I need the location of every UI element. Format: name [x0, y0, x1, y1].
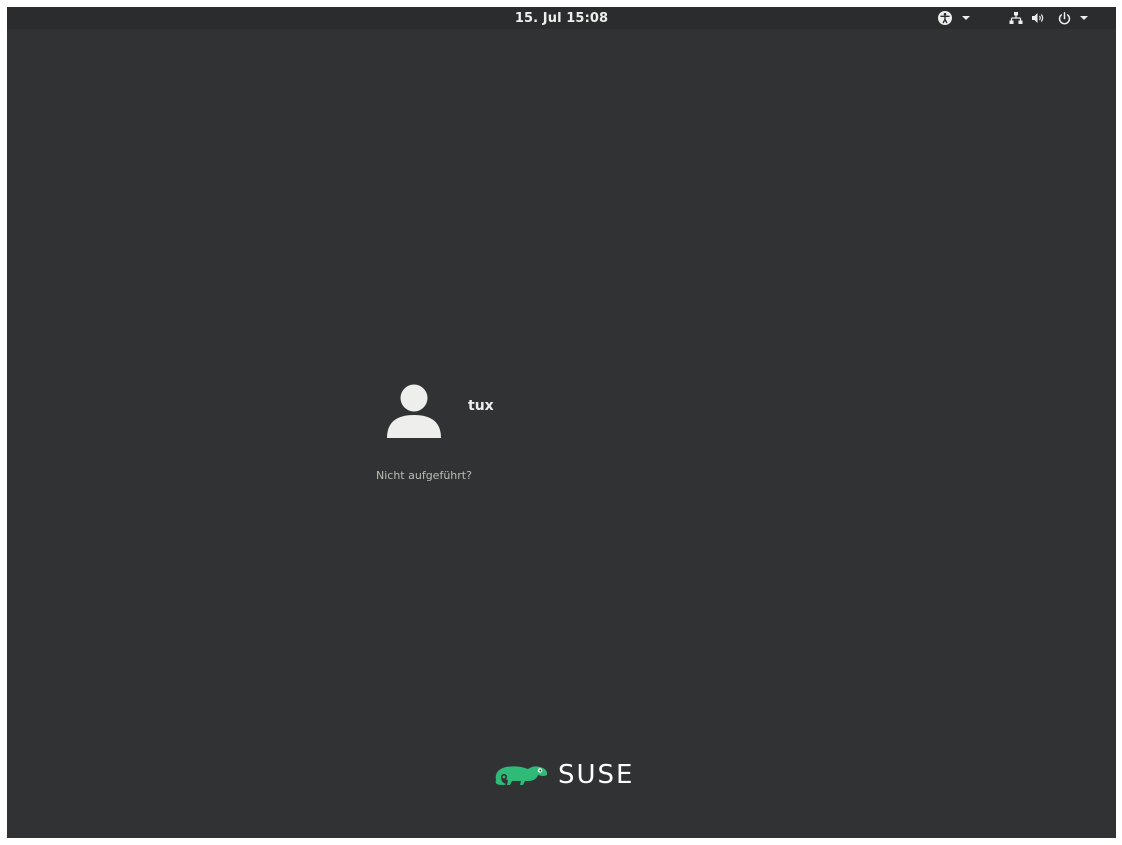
volume-icon	[1031, 7, 1045, 29]
accessibility-icon	[937, 7, 953, 29]
accessibility-menu[interactable]	[937, 7, 970, 29]
chevron-down-icon	[1080, 7, 1088, 29]
login-screen: 15. Jul 15:08 tux Nicht aufgeführt? SUSE	[7, 7, 1116, 838]
top-bar: 15. Jul 15:08	[7, 7, 1116, 29]
chevron-down-icon	[962, 7, 970, 29]
power-icon	[1057, 7, 1072, 29]
network-wired-icon	[1009, 7, 1023, 29]
clock-label[interactable]: 15. Jul 15:08	[507, 11, 616, 26]
user-avatar-icon	[382, 379, 446, 443]
user-name: tux	[468, 398, 494, 414]
suse-logo: SUSE	[492, 755, 634, 795]
system-menu[interactable]	[1009, 7, 1088, 29]
chameleon-icon	[492, 759, 550, 791]
logo-text: SUSE	[558, 760, 635, 790]
user-list-item[interactable]: tux	[382, 379, 582, 443]
not-listed-link[interactable]: Nicht aufgeführt?	[376, 469, 472, 482]
